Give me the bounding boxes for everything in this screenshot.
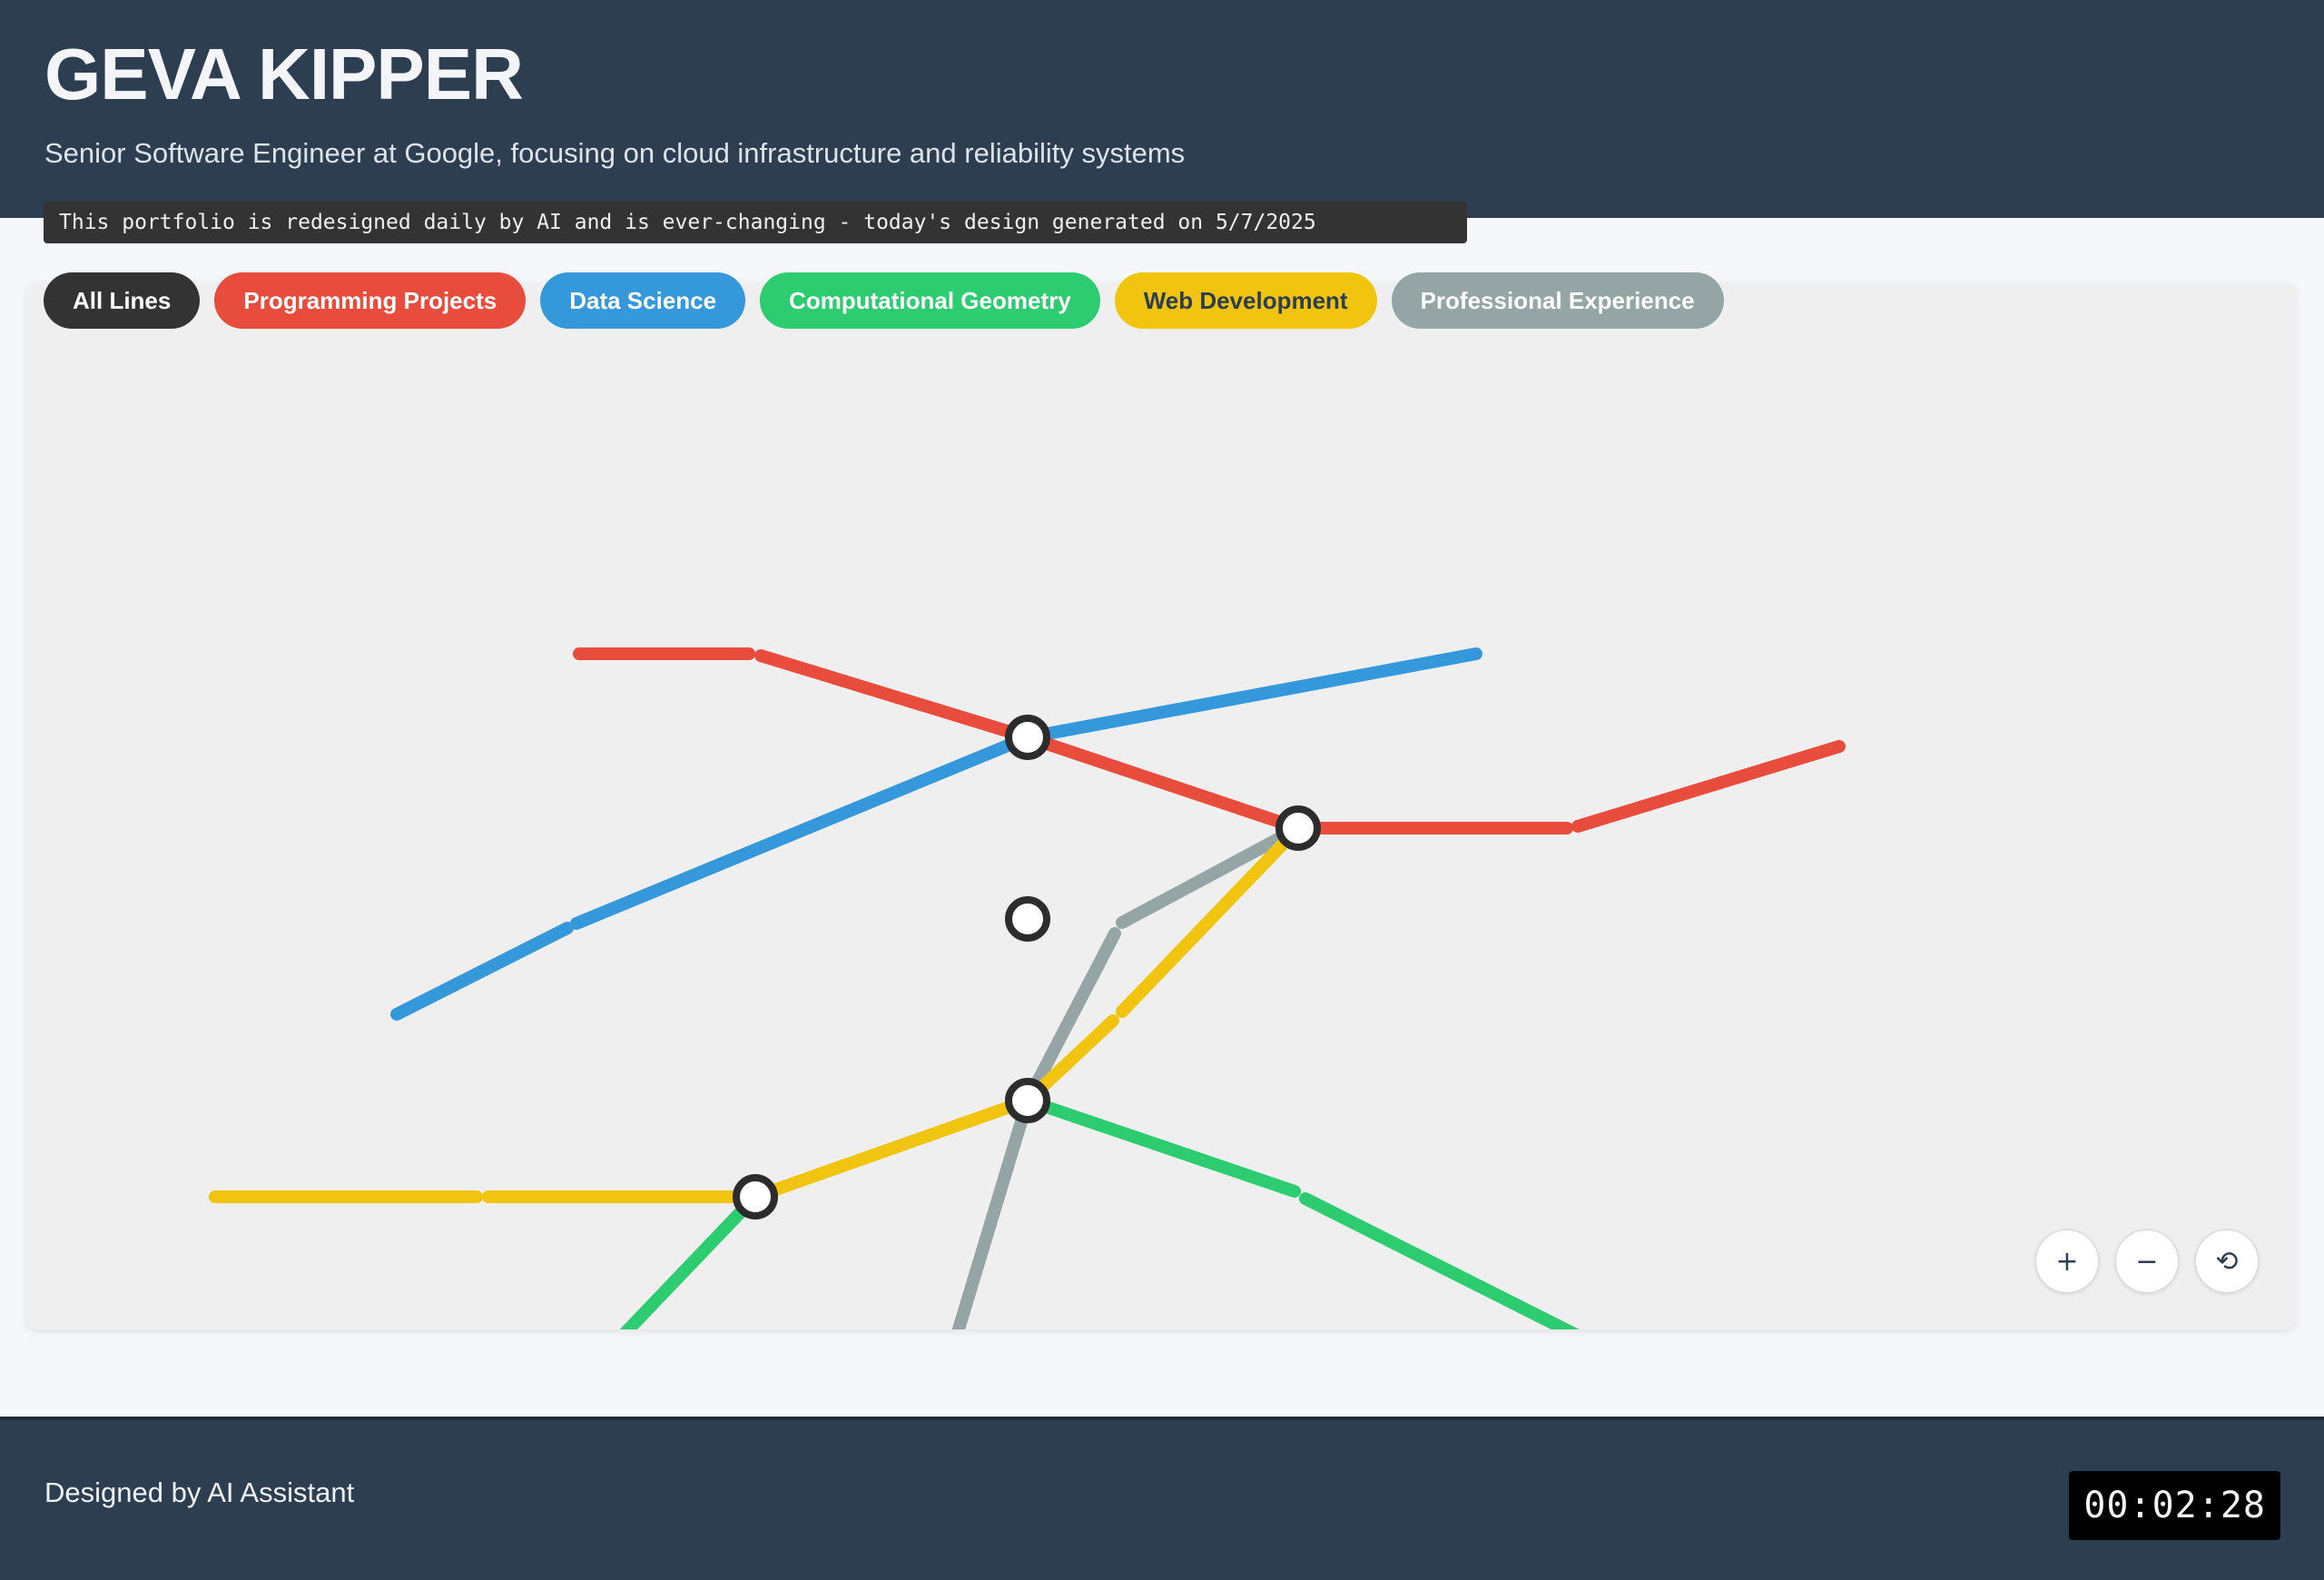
zoom-in-button[interactable]: + bbox=[2035, 1229, 2099, 1293]
station-node[interactable] bbox=[1005, 1078, 1050, 1123]
filter-computational-geometry[interactable]: Computational Geometry bbox=[760, 272, 1100, 329]
line-filters: All Lines Programming Projects Data Scie… bbox=[44, 272, 1724, 329]
footer-credit: Designed by AI Assistant bbox=[44, 1476, 355, 1508]
track-segment[interactable] bbox=[1021, 927, 1121, 1107]
metro-map-panel[interactable]: + − ⟲ bbox=[27, 283, 2295, 1329]
line-professional-experience[interactable] bbox=[951, 822, 1305, 1329]
filter-programming-projects[interactable]: Programming Projects bbox=[214, 272, 527, 329]
track-segment[interactable] bbox=[1116, 822, 1305, 1018]
track-segment[interactable] bbox=[1021, 647, 1482, 744]
line-programming-projects[interactable] bbox=[573, 647, 1846, 834]
station-node[interactable] bbox=[733, 1174, 778, 1220]
reset-view-button[interactable]: ⟲ bbox=[2195, 1229, 2259, 1293]
track-segment[interactable] bbox=[749, 1094, 1034, 1203]
filter-all-lines[interactable]: All Lines bbox=[44, 272, 201, 329]
station-node[interactable] bbox=[1275, 805, 1321, 851]
header: GEVA KIPPER Senior Software Engineer at … bbox=[0, 0, 2324, 218]
station-node[interactable] bbox=[1005, 715, 1050, 760]
page-subtitle: Senior Software Engineer at Google, focu… bbox=[44, 137, 1186, 169]
track-segment[interactable] bbox=[1021, 1094, 1301, 1198]
station-node[interactable] bbox=[1005, 896, 1050, 942]
track-segment[interactable] bbox=[754, 649, 1034, 744]
zoom-controls: + − ⟲ bbox=[2035, 1229, 2259, 1293]
session-timer: 00:02:28 bbox=[2069, 1471, 2280, 1540]
track-segment[interactable] bbox=[570, 731, 1034, 930]
filter-data-science[interactable]: Data Science bbox=[540, 272, 746, 329]
track-segment[interactable] bbox=[617, 1190, 762, 1329]
track-segment[interactable] bbox=[1299, 1192, 1580, 1329]
page-title: GEVA KIPPER bbox=[44, 34, 524, 114]
track-segment[interactable] bbox=[951, 1094, 1034, 1329]
track-segment[interactable] bbox=[1116, 822, 1305, 929]
filter-professional-experience[interactable]: Professional Experience bbox=[1391, 272, 1724, 329]
zoom-out-button[interactable]: − bbox=[2115, 1229, 2179, 1293]
metro-map[interactable] bbox=[27, 283, 2295, 1329]
track-segment[interactable] bbox=[1571, 740, 1846, 833]
redesign-notice: This portfolio is redesigned daily by AI… bbox=[44, 202, 1467, 243]
filter-web-development[interactable]: Web Development bbox=[1114, 272, 1377, 329]
track-segment[interactable] bbox=[1021, 731, 1305, 834]
footer: Designed by AI Assistant 00:02:28 bbox=[0, 1417, 2324, 1580]
track-segment[interactable] bbox=[390, 922, 574, 1021]
